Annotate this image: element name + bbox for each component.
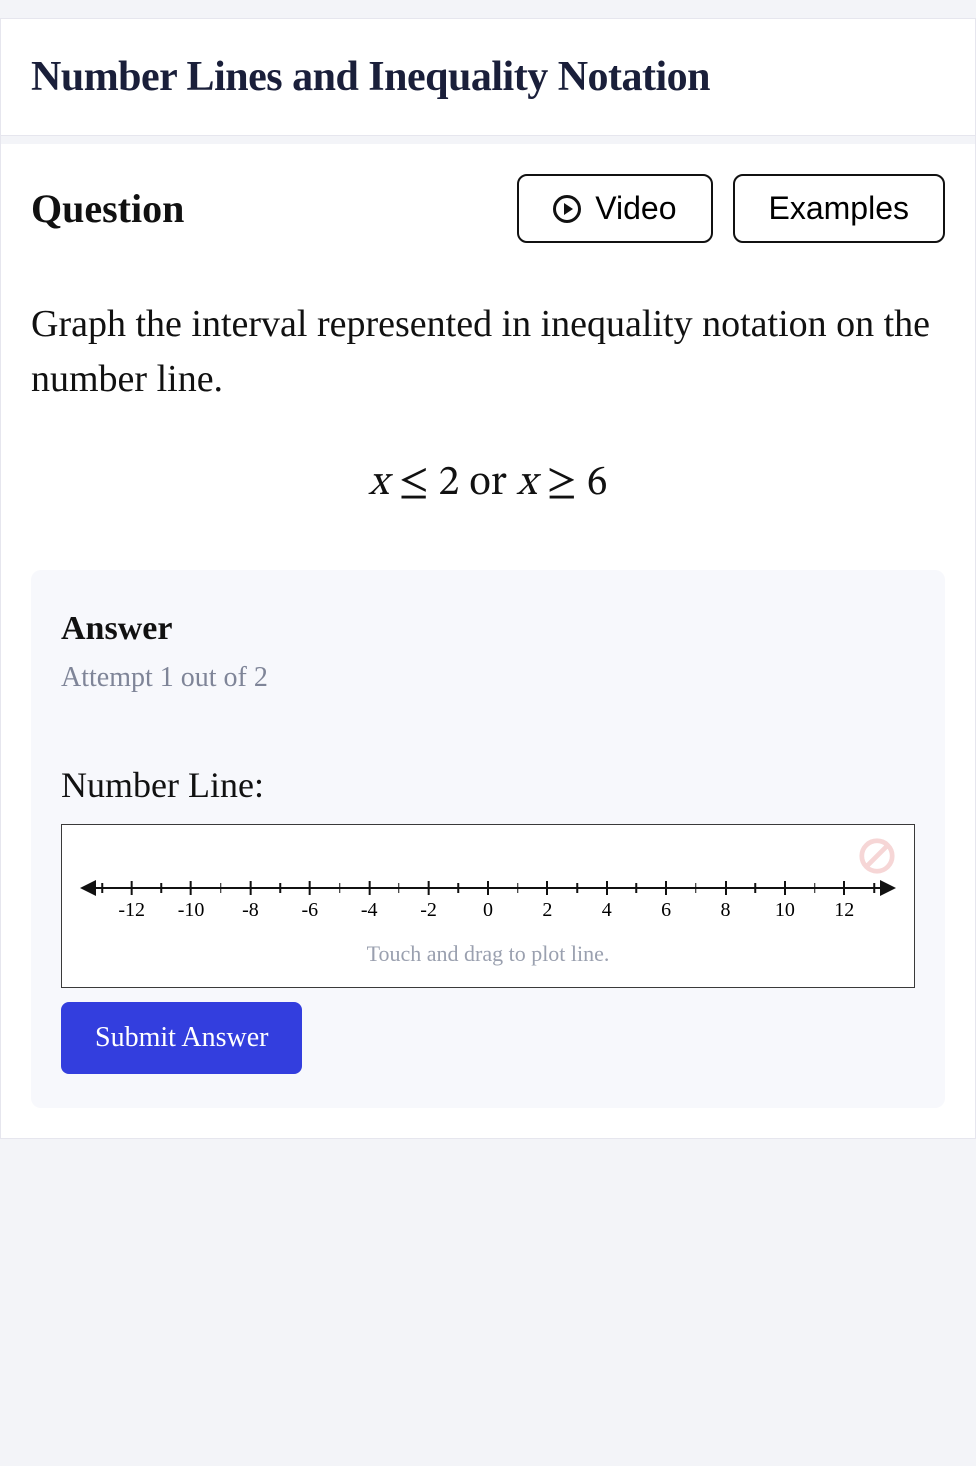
tick-minor bbox=[339, 883, 341, 893]
tick bbox=[339, 881, 341, 893]
tick-major bbox=[309, 881, 311, 895]
tick-minor bbox=[636, 883, 638, 893]
numberline-label: Number Line: bbox=[61, 764, 915, 806]
tick: -8 bbox=[242, 881, 259, 922]
video-button[interactable]: Video bbox=[517, 174, 712, 243]
tick: 10 bbox=[775, 881, 795, 922]
tick bbox=[754, 881, 756, 893]
tick-minor bbox=[279, 883, 281, 893]
tick-minor bbox=[517, 883, 519, 893]
answer-heading: Answer bbox=[61, 610, 915, 648]
tick-major bbox=[546, 881, 548, 895]
tick: -2 bbox=[420, 881, 437, 922]
submit-answer-button[interactable]: Submit Answer bbox=[61, 1002, 302, 1074]
tick: -10 bbox=[178, 881, 205, 922]
examples-button[interactable]: Examples bbox=[733, 174, 946, 243]
tick-minor bbox=[220, 883, 222, 893]
tick-label: -4 bbox=[361, 899, 378, 922]
tick-label: 8 bbox=[721, 899, 731, 922]
divider bbox=[1, 136, 975, 144]
tick-major bbox=[487, 881, 489, 895]
tick-label: -10 bbox=[178, 899, 205, 922]
tick-minor bbox=[873, 883, 875, 893]
tick-major bbox=[606, 881, 608, 895]
examples-button-label: Examples bbox=[769, 190, 910, 227]
clear-icon[interactable] bbox=[858, 837, 896, 875]
numberline-canvas[interactable]: -12 -10 -8 -6 -4 -2 0 2 4 6 8 10 12 Touch and drag t… bbox=[61, 824, 915, 988]
tick bbox=[101, 881, 103, 893]
tick bbox=[814, 881, 816, 893]
tick bbox=[576, 881, 578, 893]
tick-minor bbox=[101, 883, 103, 893]
tick: 0 bbox=[483, 881, 493, 922]
tick-label: 6 bbox=[661, 899, 671, 922]
tick bbox=[458, 881, 460, 893]
answer-panel: Answer Attempt 1 out of 2 Number Line: -… bbox=[31, 570, 945, 1108]
tick-major bbox=[428, 881, 430, 895]
tick: 4 bbox=[602, 881, 612, 922]
tick-minor bbox=[695, 883, 697, 893]
tick bbox=[398, 881, 400, 893]
card-header: Number Lines and Inequality Notation bbox=[1, 19, 975, 136]
tick-major bbox=[131, 881, 133, 895]
tick-label: 12 bbox=[834, 899, 854, 922]
tick: 6 bbox=[661, 881, 671, 922]
video-button-label: Video bbox=[595, 190, 676, 227]
tick: -6 bbox=[302, 881, 319, 922]
tick-major bbox=[368, 881, 370, 895]
numberline-axis[interactable]: -12 -10 -8 -6 -4 -2 0 2 4 6 8 10 12 bbox=[82, 877, 894, 933]
question-row: Question Video Examples bbox=[31, 174, 945, 243]
tick-minor bbox=[161, 883, 163, 893]
play-icon bbox=[553, 195, 581, 223]
tick bbox=[873, 881, 875, 893]
tick-label: 0 bbox=[483, 899, 493, 922]
tick-major bbox=[249, 881, 251, 895]
tick bbox=[695, 881, 697, 893]
plot-hint: Touch and drag to plot line. bbox=[82, 941, 894, 967]
tick bbox=[279, 881, 281, 893]
question-prompt: Graph the interval represented in inequa… bbox=[31, 297, 945, 407]
tick bbox=[636, 881, 638, 893]
tick-major bbox=[843, 881, 845, 895]
page-title: Number Lines and Inequality Notation bbox=[31, 53, 945, 101]
tick-label: 2 bbox=[542, 899, 552, 922]
tick bbox=[161, 881, 163, 893]
tick bbox=[220, 881, 222, 893]
axis-arrow-right-icon bbox=[880, 880, 896, 896]
tick-label: 10 bbox=[775, 899, 795, 922]
tick-minor bbox=[458, 883, 460, 893]
submit-label: Submit Answer bbox=[95, 1022, 268, 1053]
tick-major bbox=[784, 881, 786, 895]
question-label: Question bbox=[31, 185, 501, 232]
tick: -12 bbox=[118, 881, 145, 922]
card-content: Question Video Examples Graph the interv… bbox=[1, 144, 975, 1138]
tick-label: -2 bbox=[420, 899, 437, 922]
tick-major bbox=[190, 881, 192, 895]
tick-minor bbox=[576, 883, 578, 893]
action-buttons: Video Examples bbox=[517, 174, 945, 243]
tick-minor bbox=[398, 883, 400, 893]
tick-label: 4 bbox=[602, 899, 612, 922]
tick: 8 bbox=[721, 881, 731, 922]
tick: -4 bbox=[361, 881, 378, 922]
axis-arrow-left-icon bbox=[80, 880, 96, 896]
tick-major bbox=[665, 881, 667, 895]
tick: 12 bbox=[834, 881, 854, 922]
tick-label: -6 bbox=[302, 899, 319, 922]
lesson-card: Number Lines and Inequality Notation Que… bbox=[0, 18, 976, 1139]
tick: 2 bbox=[542, 881, 552, 922]
tick-label: -8 bbox=[242, 899, 259, 922]
tick-minor bbox=[814, 883, 816, 893]
inequality-expression: x ≤ 2 or x ≥ 6 bbox=[31, 457, 945, 510]
tick-label: -12 bbox=[118, 899, 145, 922]
tick bbox=[517, 881, 519, 893]
tick-minor bbox=[754, 883, 756, 893]
tick-major bbox=[725, 881, 727, 895]
attempt-counter: Attempt 1 out of 2 bbox=[61, 662, 915, 694]
